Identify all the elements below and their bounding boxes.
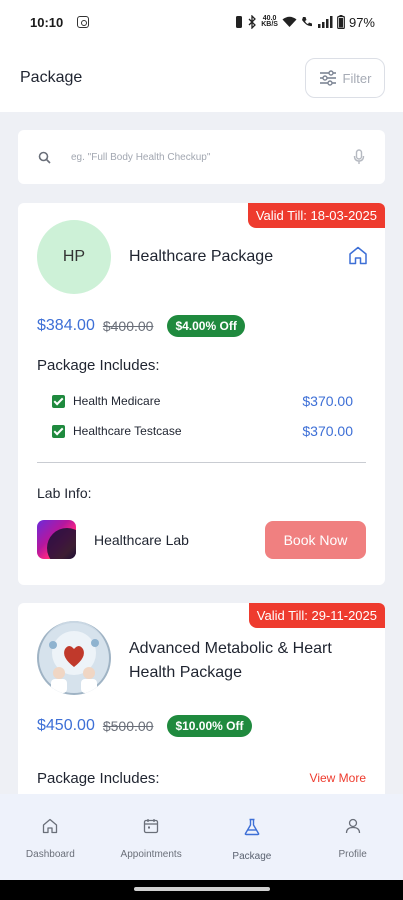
app-header: Package Filter <box>0 44 403 112</box>
lab-logo <box>37 520 76 559</box>
package-old-price: $400.00 <box>102 318 154 334</box>
package-card[interactable]: Valid Till: 18-03-2025 HP Healthcare Pac… <box>18 203 385 585</box>
nav-label: Dashboard <box>25 849 75 860</box>
instagram-notification-icon <box>77 16 90 28</box>
filter-sliders-icon <box>319 70 336 86</box>
network-speed: 40.0 KB/S <box>261 15 278 28</box>
discount-badge: $10.00% Off <box>167 715 252 737</box>
nav-label: Profile <box>338 849 367 860</box>
vibrate-icon <box>236 16 243 28</box>
include-item: Health Medicare $370.00 <box>52 393 353 409</box>
flask-icon <box>243 818 261 839</box>
include-item-amount: $370.00 <box>302 393 353 409</box>
status-time: 10:10 <box>30 14 64 30</box>
home-collection-icon[interactable] <box>348 246 368 270</box>
search-bar[interactable]: eg. "Full Body Health Checkup" <box>18 130 385 184</box>
package-name: Healthcare Package <box>129 248 274 265</box>
valid-till-tag: Valid Till: 29-11-2025 <box>248 603 385 628</box>
include-item: Healthcare Testcase $370.00 <box>52 423 353 439</box>
user-icon <box>345 818 361 837</box>
package-old-price: $500.00 <box>102 718 154 734</box>
package-price: $450.00 <box>37 717 95 734</box>
search-input[interactable]: eg. "Full Body Health Checkup" <box>71 152 210 163</box>
include-item-name: Healthcare Testcase <box>73 424 182 438</box>
discount-badge: $4.00% Off <box>167 315 245 337</box>
call-icon <box>301 17 312 27</box>
divider <box>37 462 366 463</box>
search-icon <box>38 151 51 164</box>
nav-label: Package <box>232 851 272 862</box>
book-now-button[interactable]: Book Now <box>265 521 366 559</box>
home-icon <box>42 818 58 837</box>
price-row: $384.00 $400.00 $4.00% Off <box>37 315 245 337</box>
nav-item-package[interactable]: Package <box>202 794 303 880</box>
include-item-amount: $370.00 <box>302 423 353 439</box>
price-row: $450.00 $500.00 $10.00% Off <box>37 715 252 737</box>
valid-till-tag: Valid Till: 18-03-2025 <box>247 203 385 228</box>
wifi-icon <box>282 16 297 27</box>
package-avatar: HP <box>37 220 111 294</box>
nav-label: Appointments <box>120 849 182 860</box>
lab-info-label: Lab Info: <box>37 485 92 501</box>
package-name: Advanced Metabolic & Heart Health Packag… <box>129 640 332 681</box>
nav-item-dashboard[interactable]: Dashboard <box>0 794 101 880</box>
checkbox-checked-icon[interactable] <box>52 424 65 438</box>
package-includes-label: Package Includes: <box>37 770 160 787</box>
battery-icon <box>337 15 345 29</box>
battery-percentage: 97% <box>348 14 375 30</box>
package-card[interactable]: Valid Till: 29-11-2025 Advanced Metaboli… <box>18 603 385 794</box>
status-bar: 10:10 40.0 KB/S 97% <box>0 0 403 44</box>
package-image <box>37 621 111 695</box>
package-list[interactable]: eg. "Full Body Health Checkup" Valid Til… <box>0 112 403 794</box>
view-more-link[interactable]: View More <box>310 771 366 785</box>
status-icons: 40.0 KB/S 97% <box>234 15 375 30</box>
page-title: Package <box>20 69 83 86</box>
calendar-icon <box>143 818 159 837</box>
bottom-navigation: Dashboard Appointments Package Profile <box>0 794 403 880</box>
signal-icon <box>317 16 333 28</box>
package-price: $384.00 <box>37 317 95 334</box>
checkbox-checked-icon[interactable] <box>52 394 65 408</box>
filter-label: Filter <box>342 70 372 86</box>
microphone-icon[interactable] <box>353 149 365 165</box>
package-includes-label: Package Includes: <box>37 357 160 374</box>
nav-item-appointments[interactable]: Appointments <box>101 794 202 880</box>
nav-item-profile[interactable]: Profile <box>302 794 403 880</box>
lab-name: Healthcare Lab <box>94 532 189 548</box>
include-item-name: Health Medicare <box>73 394 161 408</box>
filter-button[interactable]: Filter <box>305 58 385 98</box>
home-gesture-handle[interactable] <box>134 887 270 891</box>
bluetooth-icon <box>248 15 257 29</box>
